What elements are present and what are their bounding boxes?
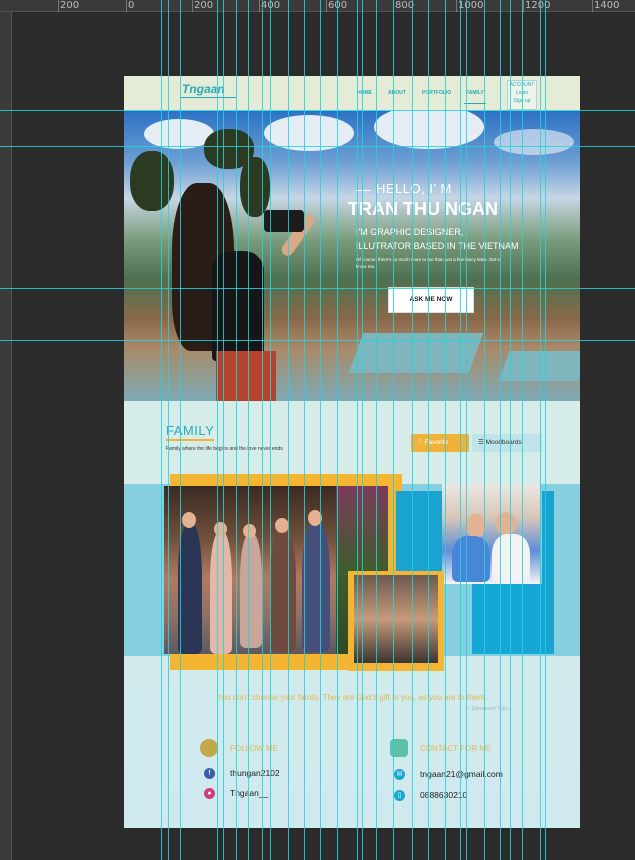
user-circle-icon <box>200 739 218 757</box>
nav-link-home[interactable]: HOME <box>357 90 372 96</box>
moodboards-label: Moodboards <box>485 439 522 446</box>
email-icon[interactable]: ✉ <box>394 769 405 780</box>
hero-description: Of course, there's so much more to me th… <box>356 257 501 269</box>
nav-link-portfolio[interactable]: PORTFOLIO <box>422 90 451 96</box>
hero-banner: HELLO, I' M TRAN THU NGAN I'M GRAPHIC DE… <box>124 111 580 401</box>
logo-underline <box>180 97 236 98</box>
facebook-handle[interactable]: thungan2102 <box>230 768 280 778</box>
quote-author: – Desmond Tutu – <box>467 706 512 712</box>
ruler-label: 1400 <box>594 0 620 11</box>
family-title: FAMILY <box>166 423 215 438</box>
heart-icon: ♡ <box>417 439 423 446</box>
ruler-label: 200 <box>194 0 214 11</box>
active-nav-indicator <box>464 103 486 104</box>
navbar: Tngaan HOME ABOUT PORTFOLIO FAMILY ACCOU… <box>124 76 580 111</box>
ruler-label: 200 <box>60 0 80 11</box>
family-tagline: Family where the life begins and the lov… <box>166 446 283 452</box>
sisters-photo[interactable] <box>442 484 540 584</box>
hero-greeting: HELLO, I' M <box>376 181 452 196</box>
nav-link-family[interactable]: FAMILY <box>466 90 484 96</box>
ruler-label: 1200 <box>525 0 551 11</box>
instagram-icon[interactable]: ● <box>204 788 215 799</box>
vertical-ruler <box>0 12 12 860</box>
contact-title: CONTACT FOR ME <box>420 744 492 753</box>
phone-icon[interactable]: ▯ <box>394 790 405 801</box>
gallery-accent-block <box>542 491 554 651</box>
site-logo[interactable]: Tngaan <box>182 82 225 96</box>
couple-photo <box>354 575 438 663</box>
ask-me-now-button[interactable]: ASK ME NOW <box>388 287 474 313</box>
ruler-label: 1000 <box>458 0 484 11</box>
moodboards-button[interactable]: ☰ Moodboards <box>472 434 542 452</box>
facebook-icon[interactable]: f <box>204 768 215 779</box>
nav-link-about[interactable]: ABOUT <box>388 90 406 96</box>
list-icon: ☰ <box>478 439 484 446</box>
gallery-accent-block <box>396 491 444 581</box>
family-title-underline <box>166 439 214 441</box>
family-quote: You don't choose your family. They are G… <box>217 693 487 702</box>
hero-name: TRAN THU NGAN <box>348 199 498 219</box>
hero-subtitle-1: I'M GRAPHIC DESIGNER, <box>356 227 464 237</box>
hero-subtitle-2: ILLUTRATOR BASED IN THE VIETNAM <box>356 241 519 251</box>
artboard[interactable]: Tngaan HOME ABOUT PORTFOLIO FAMILY ACCOU… <box>124 76 580 828</box>
family-group-photo[interactable] <box>164 486 346 654</box>
email-address[interactable]: tngaan21@gmail.com <box>420 769 503 779</box>
ruler-label: 0 <box>128 0 135 11</box>
